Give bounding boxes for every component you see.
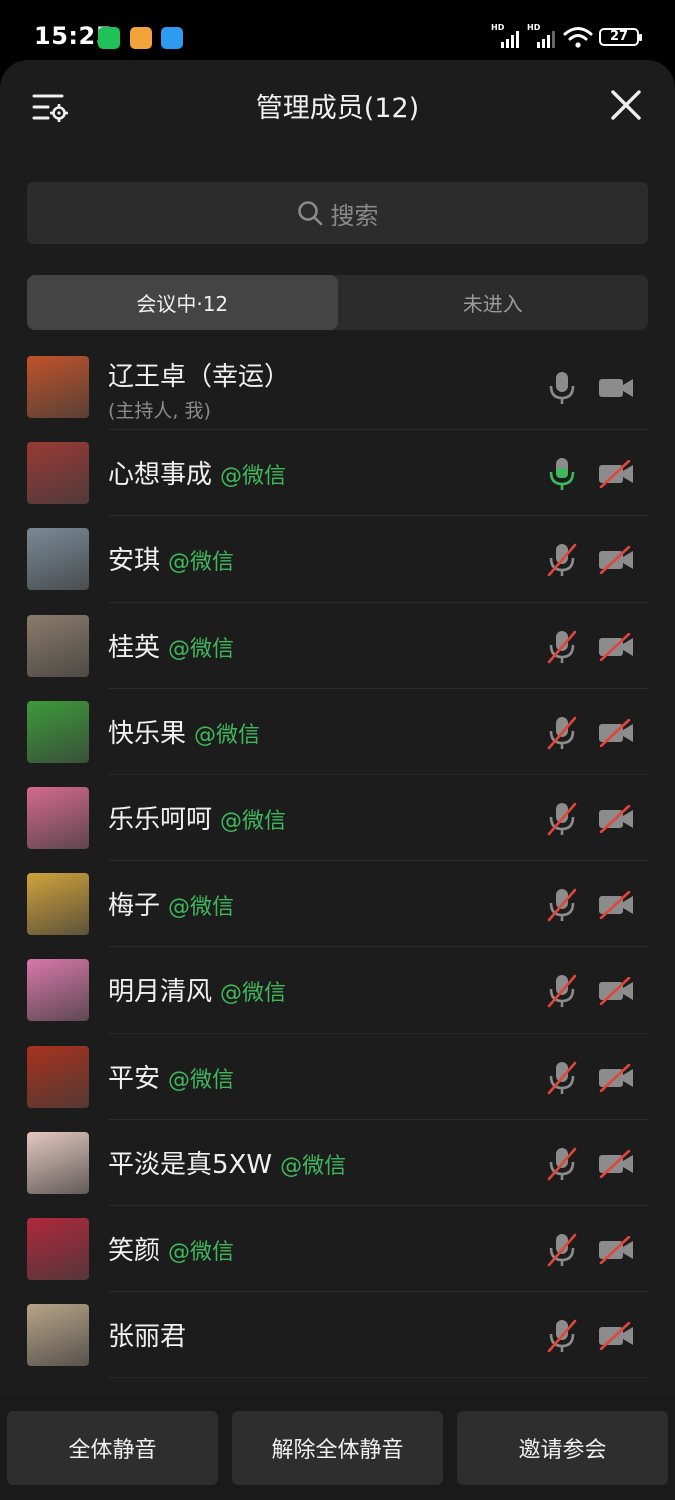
member-row[interactable]: 快乐果 @微信 <box>0 689 675 776</box>
camera-icon[interactable] <box>598 374 634 402</box>
member-source-tag: @微信 <box>220 808 287 834</box>
battery-indicator: 27 <box>599 28 642 46</box>
camera-off-icon[interactable] <box>598 1235 634 1264</box>
unmute-all-button[interactable]: 解除全体静音 <box>232 1411 443 1485</box>
camera-off-icon[interactable] <box>598 1322 634 1351</box>
camera-off-icon[interactable] <box>598 546 634 575</box>
mic-muted-icon[interactable] <box>546 1146 578 1182</box>
member-source-tag: @微信 <box>168 895 235 921</box>
camera-off-icon[interactable] <box>598 460 634 489</box>
mic-muted-icon[interactable] <box>546 887 578 923</box>
member-name: 乐乐呵呵 <box>108 804 213 835</box>
member-name: 平淡是真5XW <box>108 1149 273 1180</box>
page-title: 管理成员(12) <box>255 93 420 124</box>
member-list: 辽王卓（幸运） (主持人, 我) 心想事成 @微信 安琪 @微信 桂英 @微信 快乐果 @微信 乐乐… <box>0 344 675 1379</box>
member-source-tag: @微信 <box>280 1153 347 1179</box>
member-name: 桂英 <box>108 632 161 663</box>
member-row[interactable]: 梅子 @微信 <box>0 861 675 948</box>
mic-muted-icon[interactable] <box>546 801 578 837</box>
mic-muted-icon[interactable] <box>546 629 578 665</box>
mic-muted-icon[interactable] <box>546 542 578 578</box>
mic-muted-icon[interactable] <box>546 973 578 1009</box>
microphone-icon[interactable] <box>546 456 578 492</box>
invite-button[interactable]: 邀请参会 <box>457 1411 668 1485</box>
mic-muted-icon[interactable] <box>546 1060 578 1096</box>
mic-muted-icon[interactable] <box>546 1232 578 1268</box>
avatar <box>27 959 89 1022</box>
avatar <box>27 1217 89 1280</box>
camera-off-icon[interactable] <box>598 1149 634 1178</box>
avatar <box>27 356 89 418</box>
member-source-tag: @微信 <box>168 636 235 662</box>
member-row[interactable]: 笑颜 @微信 <box>0 1206 675 1293</box>
member-row[interactable]: 心想事成 @微信 <box>0 430 675 517</box>
camera-off-icon[interactable] <box>598 891 634 920</box>
search-icon <box>297 201 322 226</box>
member-name: 平安 <box>108 1063 161 1094</box>
avatar <box>27 1045 89 1108</box>
member-source-tag: @微信 <box>194 722 261 748</box>
member-name: 心想事成 <box>108 460 213 491</box>
member-source-tag: @微信 <box>168 550 235 576</box>
member-row[interactable]: 辽王卓（幸运） (主持人, 我) <box>0 344 675 431</box>
member-row[interactable]: 平安 @微信 <box>0 1034 675 1120</box>
member-row[interactable]: 安琪 @微信 <box>0 516 675 603</box>
tab-not-joined[interactable]: 未进入 <box>338 275 649 330</box>
camera-off-icon[interactable] <box>598 718 634 747</box>
member-name: 安琪 <box>108 546 161 577</box>
member-role: (主持人, 我) <box>108 400 211 422</box>
camera-off-icon[interactable] <box>598 1063 634 1092</box>
close-icon[interactable] <box>609 88 643 122</box>
avatar <box>27 614 89 677</box>
member-source-tag: @微信 <box>168 1239 235 1265</box>
avatar <box>27 1131 89 1194</box>
member-name: 张丽君 <box>108 1322 187 1353</box>
avatar <box>27 700 89 763</box>
wechat-icon <box>98 27 120 49</box>
signal-icon: HD <box>491 23 521 48</box>
status-bar: 15:25 HD HD 27 <box>0 0 675 60</box>
member-name: 笑颜 <box>108 1235 161 1266</box>
member-name: 辽王卓（幸运） <box>108 362 291 392</box>
signal-icon: HD <box>527 23 557 48</box>
member-name: 快乐果 <box>108 718 187 749</box>
microphone-icon[interactable] <box>546 370 578 406</box>
avatar <box>27 528 89 591</box>
camera-off-icon[interactable] <box>598 977 634 1006</box>
camera-off-icon[interactable] <box>598 632 634 661</box>
member-source-tag: @微信 <box>220 981 287 1007</box>
member-row[interactable]: 平淡是真5XW @微信 <box>0 1120 675 1207</box>
avatar <box>27 786 89 849</box>
member-source-tag: @微信 <box>220 464 287 490</box>
member-row[interactable]: 张丽君 <box>0 1292 675 1379</box>
mute-all-button[interactable]: 全体静音 <box>7 1411 218 1485</box>
avatar <box>27 873 89 936</box>
member-name: 梅子 <box>108 891 161 922</box>
mic-muted-icon[interactable] <box>546 715 578 751</box>
wifi-icon <box>563 27 593 48</box>
member-row[interactable]: 桂英 @微信 <box>0 603 675 689</box>
avatar <box>27 442 89 505</box>
notes-icon <box>130 27 152 49</box>
member-tabs: 会议中·12 未进入 <box>27 275 648 330</box>
camera-off-icon[interactable] <box>598 804 634 833</box>
mic-muted-icon[interactable] <box>546 1318 578 1354</box>
cloud-icon <box>161 27 183 49</box>
search-placeholder: 搜索 <box>330 201 379 230</box>
member-source-tag: @微信 <box>168 1067 235 1093</box>
member-name: 明月清风 <box>108 977 213 1008</box>
member-row[interactable]: 乐乐呵呵 @微信 <box>0 775 675 862</box>
member-row[interactable]: 明月清风 @微信 <box>0 947 675 1034</box>
search-input[interactable]: 搜索 <box>27 182 648 244</box>
tab-in-meeting[interactable]: 会议中·12 <box>27 275 338 330</box>
avatar <box>27 1304 89 1367</box>
